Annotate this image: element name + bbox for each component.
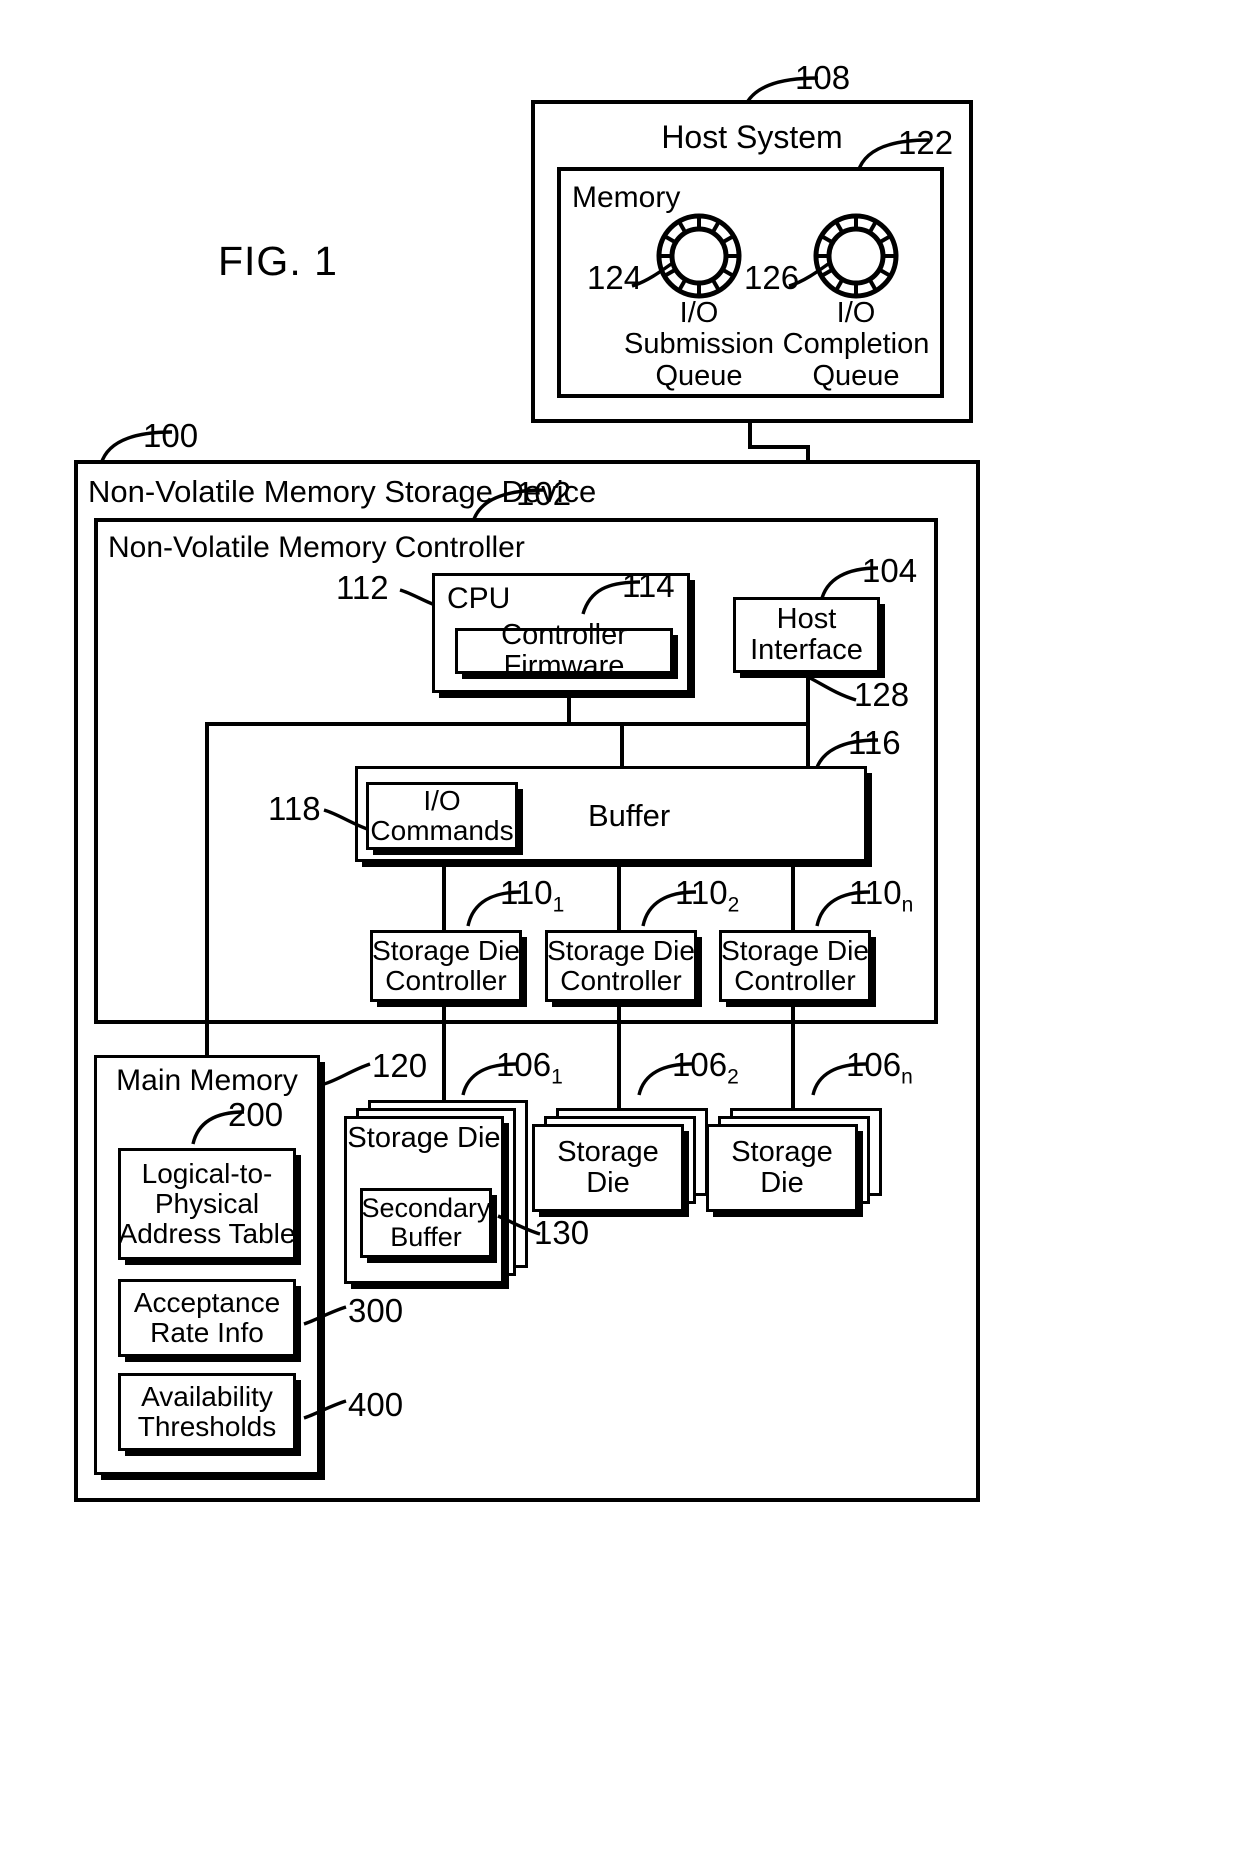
host-interface-line2: Interface bbox=[750, 634, 863, 666]
die-controller-1-line2: Controller bbox=[560, 965, 682, 996]
io-commands-line2: Commands bbox=[370, 815, 514, 846]
io-submission-queue-label: I/O Submission Queue bbox=[623, 297, 775, 393]
buffer-to-die-controller-0 bbox=[442, 862, 446, 930]
ref-112: 112 bbox=[336, 569, 389, 606]
storage-die-controller-0-label: Storage Die Controller bbox=[370, 930, 522, 1002]
die-controller-0-line1: Storage Die bbox=[372, 935, 520, 967]
internal-bus-left-vertical bbox=[205, 722, 209, 1082]
leader-line-300 bbox=[303, 1305, 347, 1326]
mm-item-0-line1: Logical-to- bbox=[141, 1158, 273, 1190]
queue-1-line2: Completion bbox=[782, 328, 930, 361]
storage-die-2-title: Storage Die bbox=[731, 1135, 833, 1199]
ref-118: 118 bbox=[268, 790, 321, 827]
ref-110-1-sub: 1 bbox=[552, 893, 565, 917]
buffer-to-die-controller-1 bbox=[617, 862, 621, 930]
ref-110-2: 1102 bbox=[675, 874, 740, 917]
ref-200: 200 bbox=[228, 1096, 284, 1133]
queue-0-line1: I/O bbox=[679, 297, 719, 330]
host-interface-label: Host Interface bbox=[733, 597, 880, 673]
mm-item-2-line2: Thresholds bbox=[137, 1411, 277, 1442]
leader-line-128 bbox=[809, 676, 857, 702]
mm-item-2-line1: Availability bbox=[141, 1381, 273, 1413]
ref-400: 400 bbox=[348, 1386, 404, 1423]
ref-116: 116 bbox=[848, 724, 901, 761]
cpu-title: CPU bbox=[447, 582, 511, 615]
die-controller-2-line1: Storage Die bbox=[721, 935, 869, 967]
ref-106-1: 1061 bbox=[496, 1046, 563, 1089]
ref-110-n-base: 110 bbox=[849, 874, 902, 911]
availability-thresholds-label: Availability Thresholds bbox=[118, 1373, 296, 1451]
ref-102: 102 bbox=[516, 475, 572, 512]
die-controller-0-line2: Controller bbox=[385, 965, 507, 996]
buffer-to-die-controller-2 bbox=[791, 862, 795, 930]
storage-die-controller-1-label: Storage Die Controller bbox=[545, 930, 697, 1002]
patent-figure-canvas: FIG. 1 108 Host System 122 Memory 124 I/… bbox=[0, 0, 1240, 1853]
logical-to-physical-table-label: Logical-to- Physical Address Table bbox=[118, 1148, 296, 1260]
storage-die-controller-2-label: Storage Die Controller bbox=[719, 930, 871, 1002]
ref-108: 108 bbox=[795, 59, 851, 96]
nvm-controller-title: Non-Volatile Memory Controller bbox=[108, 531, 525, 564]
die-controller-2-line2: Controller bbox=[734, 965, 856, 996]
ref-110-2-sub: 2 bbox=[727, 893, 740, 917]
ref-110-2-base: 110 bbox=[675, 874, 728, 911]
secondary-buffer-line1: Secondary bbox=[361, 1193, 491, 1224]
ref-100: 100 bbox=[143, 417, 199, 454]
cpu-bus-vertical bbox=[567, 693, 571, 724]
ref-106-1-sub: 1 bbox=[551, 1065, 563, 1089]
main-memory-title: Main Memory bbox=[116, 1063, 298, 1097]
ref-300: 300 bbox=[348, 1292, 404, 1329]
mm-item-0-line2: Physical bbox=[154, 1188, 260, 1220]
ref-122: 122 bbox=[898, 124, 954, 161]
ref-104: 104 bbox=[862, 552, 918, 589]
host-interface-line1: Host bbox=[776, 602, 837, 635]
queue-1-line1: I/O bbox=[836, 297, 876, 330]
leader-line-400 bbox=[303, 1399, 347, 1420]
die-controller-1-line1: Storage Die bbox=[547, 935, 695, 967]
ref-106-n-sub: n bbox=[901, 1065, 913, 1089]
acceptance-rate-info-label: Acceptance Rate Info bbox=[118, 1279, 296, 1357]
buffer-feed-vertical bbox=[620, 722, 624, 768]
controller-firmware-label: Controller Firmware bbox=[501, 618, 627, 682]
queue-1-line3: Queue bbox=[812, 359, 900, 392]
io-completion-queue-label: I/O Completion Queue bbox=[780, 297, 932, 393]
mm-item-0-line3: Address Table bbox=[118, 1217, 296, 1249]
ref-106-1-base: 106 bbox=[496, 1046, 552, 1083]
ref-110-n: 110n bbox=[849, 874, 914, 917]
mm-item-1-line2: Rate Info bbox=[150, 1317, 264, 1348]
queue-0-line3: Queue bbox=[655, 359, 743, 392]
io-commands-line1: I/O bbox=[423, 785, 461, 817]
ref-124: 124 bbox=[587, 259, 643, 296]
host-bus-segment-horizontal bbox=[748, 445, 810, 449]
io-commands-label: I/O Commands bbox=[366, 782, 518, 850]
leader-line-120 bbox=[323, 1062, 371, 1086]
mm-item-1-line1: Acceptance bbox=[133, 1287, 281, 1319]
ref-128: 128 bbox=[854, 676, 910, 713]
figure-title: FIG. 1 bbox=[218, 238, 338, 284]
ref-114: 114 bbox=[622, 567, 675, 604]
ref-126: 126 bbox=[744, 259, 800, 296]
ref-106-n: 106n bbox=[846, 1046, 913, 1089]
ref-110-n-sub: n bbox=[901, 893, 914, 917]
storage-die-0-title: Storage Die bbox=[347, 1122, 501, 1155]
ref-120: 120 bbox=[372, 1047, 428, 1084]
ref-106-n-base: 106 bbox=[846, 1046, 902, 1083]
buffer-title: Buffer bbox=[588, 798, 671, 833]
secondary-buffer-label: Secondary Buffer bbox=[360, 1188, 492, 1258]
storage-die-1-title: Storage Die bbox=[557, 1135, 659, 1199]
secondary-buffer-line2: Buffer bbox=[390, 1222, 462, 1252]
ref-110-1: 1101 bbox=[500, 874, 565, 917]
queue-0-line2: Submission bbox=[624, 328, 774, 361]
ref-106-2: 1062 bbox=[672, 1046, 739, 1089]
ref-110-1-base: 110 bbox=[500, 874, 553, 911]
ref-106-2-base: 106 bbox=[672, 1046, 728, 1083]
internal-bus-horizontal bbox=[205, 722, 806, 726]
die-controller-0-to-die bbox=[442, 1002, 446, 1112]
ref-106-2-sub: 2 bbox=[727, 1065, 739, 1089]
